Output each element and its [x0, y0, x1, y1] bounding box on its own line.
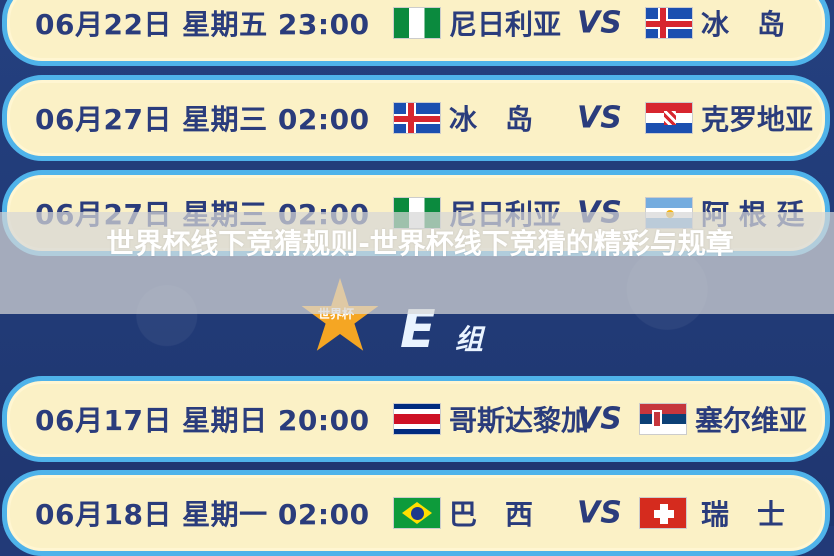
group-suffix: 组 [455, 323, 484, 356]
away-team: 冰 岛 [701, 8, 786, 41]
match-card: 06月17日 星期日 20:00 哥斯达黎加 VS 塞尔维亚 [2, 376, 830, 462]
brazil-flag-icon [393, 497, 441, 529]
match-card: 06月27日 星期三 02:00 冰 岛 VS 克罗地亚 [2, 75, 830, 161]
vs-label: VS [577, 401, 622, 437]
away-team: 塞尔维亚 [695, 404, 808, 437]
home-team: 尼日利亚 [449, 8, 562, 41]
costa-rica-flag-icon [393, 403, 441, 435]
home-team: 哥斯达黎加 [449, 404, 590, 437]
switzerland-flag-icon [639, 497, 687, 529]
serbia-flag-icon [639, 403, 687, 435]
match-date: 06月18日 星期一 02:00 [35, 498, 370, 531]
away-team: 瑞 士 [701, 498, 786, 531]
home-team: 冰 岛 [449, 103, 534, 136]
match-card: 06月22日 星期五 23:00 尼日利亚 VS 冰 岛 [2, 0, 830, 66]
match-date: 06月22日 星期五 23:00 [35, 8, 370, 41]
match-date: 06月27日 星期三 02:00 [35, 103, 370, 136]
match-card: 06月18日 星期一 02:00 巴 西 VS 瑞 士 [2, 470, 830, 556]
vs-label: VS [577, 100, 622, 136]
vs-label: VS [577, 5, 622, 41]
croatia-flag-icon [645, 102, 693, 134]
home-team: 巴 西 [449, 498, 534, 531]
away-team: 克罗地亚 [701, 103, 814, 136]
match-date: 06月17日 星期日 20:00 [35, 404, 370, 437]
iceland-flag-icon [645, 7, 693, 39]
iceland-flag-icon [393, 102, 441, 134]
nigeria-flag-icon [393, 7, 441, 39]
vs-label: VS [577, 495, 622, 531]
overlay-title: 世界杯线下竞猜规则-世界杯线下竞猜的精彩与规章 [106, 227, 734, 260]
